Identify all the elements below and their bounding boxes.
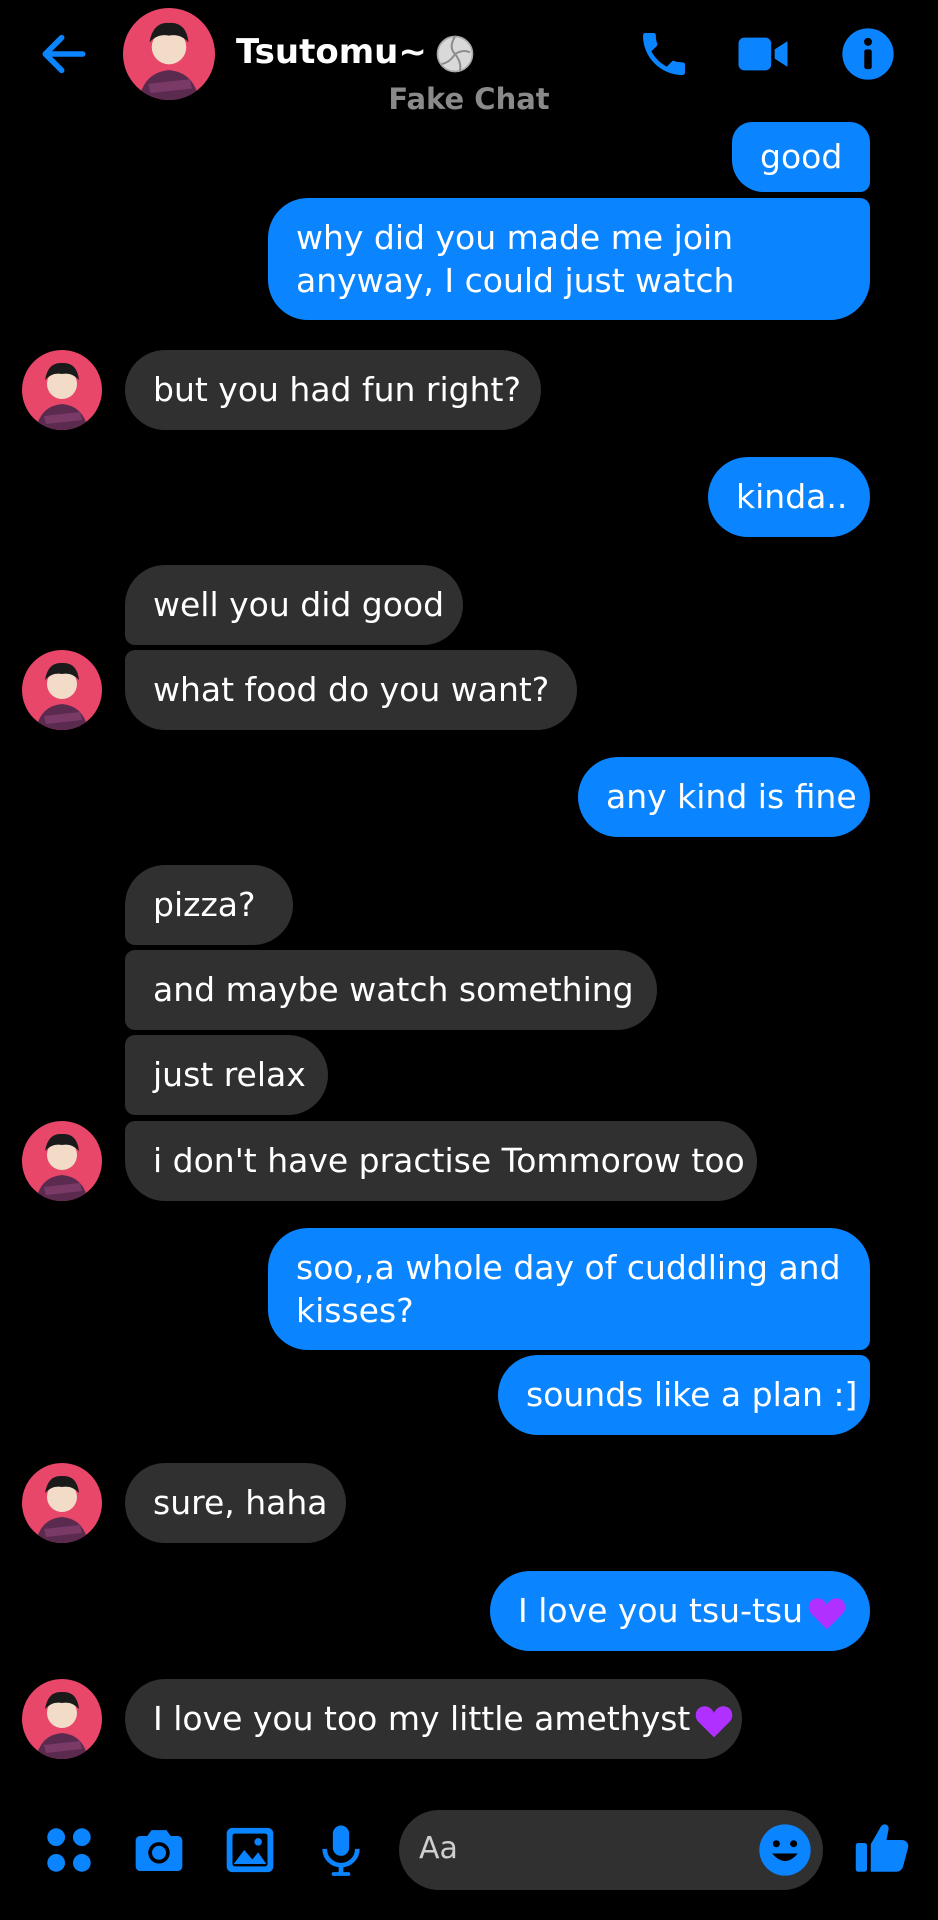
message-text: I love you tsu-tsu [518, 1591, 804, 1630]
message-incoming[interactable]: and maybe watch something [125, 950, 657, 1030]
thumbs-up-icon[interactable] [852, 1818, 912, 1878]
message-text: kinda.. [736, 477, 848, 516]
message-text: I love you too my little amethyst [153, 1699, 691, 1738]
camera-icon[interactable] [131, 1822, 187, 1878]
message-outgoing[interactable]: I love you tsu-tsu [490, 1571, 870, 1651]
gallery-icon[interactable] [222, 1822, 278, 1878]
message-input-placeholder: Aa [419, 1831, 458, 1866]
volleyball-icon [436, 35, 474, 72]
message-composer: Aa [0, 1800, 938, 1900]
contact-avatar-small[interactable] [22, 350, 102, 430]
message-text: what food do you want? [153, 670, 550, 709]
message-incoming[interactable]: well you did good [125, 565, 463, 645]
message-outgoing[interactable]: good [732, 122, 870, 192]
emoji-icon[interactable] [757, 1822, 813, 1878]
message-text: sure, haha [153, 1483, 328, 1522]
message-text: why did you made me join anyway, I could… [296, 218, 735, 300]
message-incoming[interactable]: just relax [125, 1035, 328, 1115]
message-incoming[interactable]: what food do you want? [125, 650, 577, 730]
microphone-icon[interactable] [313, 1822, 369, 1878]
contact-name-text: Tsutomu~ [236, 32, 427, 72]
message-incoming[interactable]: but you had fun right? [125, 350, 541, 430]
message-incoming[interactable]: sure, haha [125, 1463, 346, 1543]
message-input[interactable]: Aa [399, 1810, 823, 1890]
message-text: just relax [153, 1055, 306, 1094]
contact-avatar-small[interactable] [22, 1121, 102, 1201]
contact-avatar-small[interactable] [22, 650, 102, 730]
message-text: any kind is fine [606, 777, 857, 816]
video-camera-icon[interactable] [735, 26, 791, 82]
apps-icon[interactable] [41, 1822, 97, 1878]
message-outgoing[interactable]: any kind is fine [578, 757, 870, 837]
message-outgoing[interactable]: kinda.. [708, 457, 870, 537]
message-text: well you did good [153, 585, 445, 624]
message-text: sounds like a plan :] [526, 1375, 858, 1414]
message-incoming[interactable]: I love you too my little amethyst [125, 1679, 742, 1759]
message-outgoing[interactable]: why did you made me join anyway, I could… [268, 198, 870, 320]
chat-header: Tsutomu~ Fake Chat [0, 0, 938, 120]
message-text: i don't have practise Tommorow too [153, 1141, 745, 1180]
contact-avatar-small[interactable] [22, 1463, 102, 1543]
purple-heart-icon [808, 1597, 846, 1629]
message-text: soo,,a whole day of cuddling and kisses? [296, 1248, 841, 1330]
contact-name[interactable]: Tsutomu~ [236, 32, 475, 74]
chat-subtitle: Fake Chat [388, 82, 550, 116]
message-outgoing[interactable]: sounds like a plan :] [498, 1355, 870, 1435]
message-incoming[interactable]: pizza? [125, 865, 293, 945]
arrow-left-icon[interactable] [36, 26, 92, 82]
info-icon[interactable] [840, 26, 896, 82]
message-text: pizza? [153, 885, 256, 924]
message-text: but you had fun right? [153, 370, 521, 409]
phone-icon[interactable] [636, 26, 692, 82]
message-text: good [760, 137, 843, 176]
message-outgoing[interactable]: soo,,a whole day of cuddling and kisses? [268, 1228, 870, 1350]
purple-heart-icon [696, 1705, 733, 1737]
message-text: and maybe watch something [153, 970, 634, 1009]
contact-avatar-small[interactable] [22, 1679, 102, 1759]
message-incoming[interactable]: i don't have practise Tommorow too [125, 1121, 757, 1201]
